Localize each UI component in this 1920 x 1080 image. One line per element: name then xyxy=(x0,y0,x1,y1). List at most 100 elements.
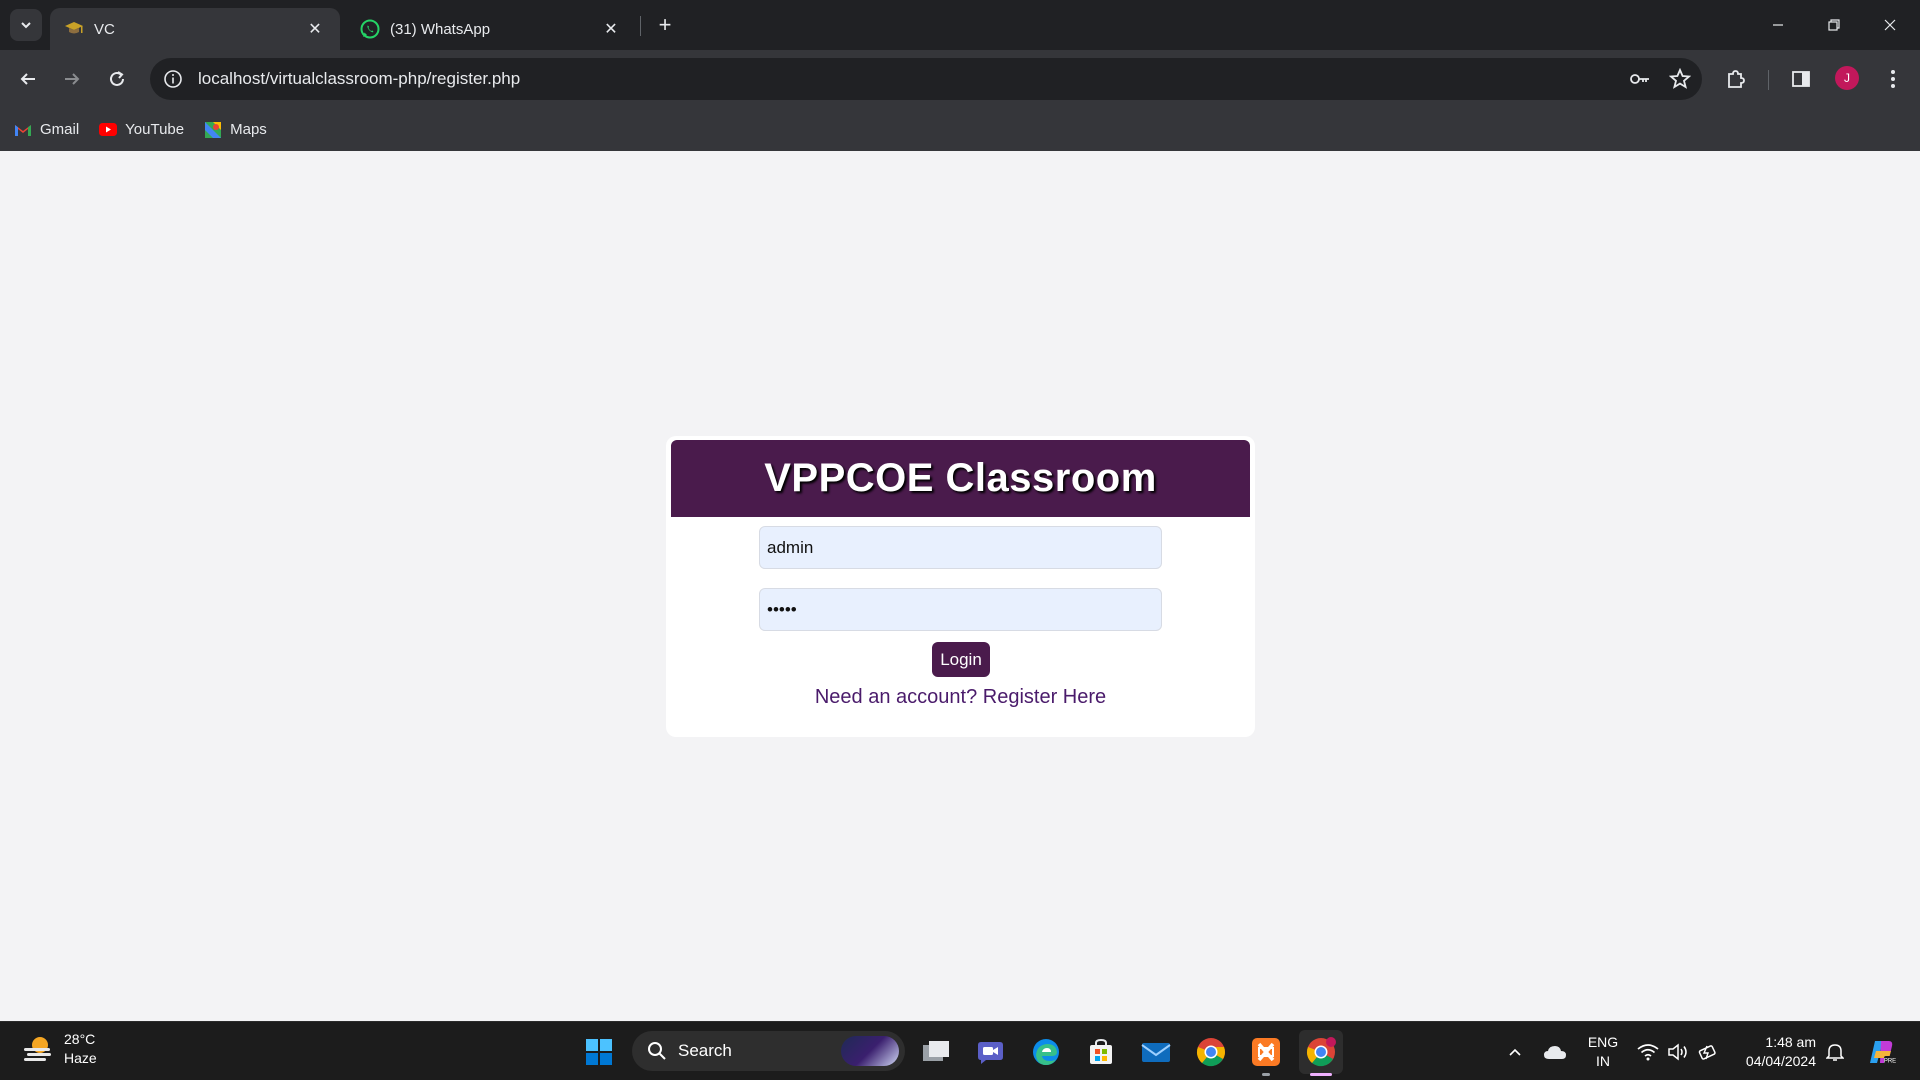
login-button[interactable]: Login xyxy=(932,642,990,677)
taskbar-search[interactable]: Search xyxy=(632,1031,905,1071)
chrome-icon xyxy=(1196,1038,1225,1067)
browser-toolbar: localhost/virtualclassroom-php/register.… xyxy=(0,50,1920,108)
microsoft-store-button[interactable] xyxy=(1079,1030,1123,1074)
system-clock[interactable]: 1:48 am 04/04/2024 xyxy=(1734,1033,1816,1071)
tab-title: VC xyxy=(94,20,115,38)
xampp-icon xyxy=(1252,1038,1280,1066)
bookmark-label: Maps xyxy=(230,121,267,138)
start-button[interactable] xyxy=(577,1030,621,1074)
profile-avatar[interactable]: J xyxy=(1835,66,1859,90)
arrow-right-icon xyxy=(65,73,80,85)
wifi-button[interactable] xyxy=(1634,1030,1662,1074)
username-input[interactable] xyxy=(759,526,1162,569)
bookmark-label: YouTube xyxy=(125,121,185,138)
bookmark-star-icon[interactable] xyxy=(1662,61,1698,97)
youtube-icon xyxy=(99,121,118,139)
page-viewport: VPPCOE Classroom Login Need an account? … xyxy=(0,151,1920,1021)
reload-icon xyxy=(110,71,124,86)
task-view-button[interactable] xyxy=(914,1030,958,1074)
browser-menu-button[interactable] xyxy=(1876,62,1910,96)
clock-date: 04/04/2024 xyxy=(1745,1053,1816,1069)
bookmarks-bar: Gmail YouTube Maps xyxy=(0,108,1920,151)
store-icon xyxy=(1090,1038,1112,1064)
address-bar[interactable]: localhost/virtualclassroom-php/register.… xyxy=(150,58,1702,100)
more-vert-icon xyxy=(1891,70,1895,88)
xampp-button[interactable] xyxy=(1244,1030,1288,1074)
graduation-cap-icon xyxy=(64,19,84,39)
windows-icon xyxy=(586,1039,612,1065)
side-panel-button[interactable] xyxy=(1784,62,1818,96)
new-tab-button[interactable]: + xyxy=(650,10,680,40)
register-link[interactable]: Need an account? Register Here xyxy=(666,686,1255,709)
password-input[interactable] xyxy=(759,588,1162,631)
search-label: Search xyxy=(678,1041,732,1060)
language-code: ENG xyxy=(1587,1034,1619,1050)
restore-button[interactable] xyxy=(1806,0,1862,50)
close-window-button[interactable] xyxy=(1862,0,1918,50)
weather-widget[interactable]: 28°C Haze xyxy=(20,1030,97,1068)
bell-icon xyxy=(1826,1044,1844,1061)
chevron-down-icon xyxy=(21,22,31,29)
page-title: VPPCOE Classroom xyxy=(764,456,1157,500)
wifi-icon xyxy=(1637,1044,1659,1061)
task-view-icon xyxy=(923,1041,949,1061)
notifications-button[interactable] xyxy=(1822,1030,1848,1074)
whatsapp-icon xyxy=(360,19,380,39)
show-hidden-icons-button[interactable] xyxy=(1502,1030,1528,1074)
minimize-button[interactable] xyxy=(1750,0,1806,50)
forward-button[interactable] xyxy=(55,62,89,96)
mail-button[interactable] xyxy=(1134,1030,1178,1074)
reload-button[interactable] xyxy=(100,62,134,96)
cloud-icon xyxy=(1544,1046,1566,1059)
clock-time: 1:48 am xyxy=(1765,1034,1816,1050)
running-indicator xyxy=(1262,1073,1270,1076)
bookmark-maps[interactable]: Maps xyxy=(204,121,267,139)
weather-haze-icon xyxy=(24,1037,51,1061)
search-highlight-art xyxy=(841,1036,899,1066)
chrome-profile-button[interactable] xyxy=(1299,1030,1343,1074)
minimize-icon xyxy=(1773,24,1783,26)
restore-icon xyxy=(1828,19,1840,31)
speaker-icon xyxy=(1668,1043,1687,1061)
video-chat-icon xyxy=(978,1042,1003,1064)
search-icon xyxy=(646,1040,668,1062)
language-indicator[interactable]: ENG IN xyxy=(1585,1033,1621,1071)
edge-icon xyxy=(1033,1039,1059,1065)
url-text: localhost/virtualclassroom-php/register.… xyxy=(198,69,521,88)
login-card: VPPCOE Classroom Login Need an account? … xyxy=(666,436,1255,737)
bookmark-label: Gmail xyxy=(40,121,80,138)
chrome-button[interactable] xyxy=(1189,1030,1233,1074)
taskbar: 28°C Haze Search ENG IN 1:48 am 04/04/20… xyxy=(0,1021,1920,1080)
battery-button[interactable] xyxy=(1694,1030,1722,1074)
weather-temperature: 28°C xyxy=(64,1031,96,1047)
volume-button[interactable] xyxy=(1664,1030,1692,1074)
tab-vc[interactable]: VC ✕ xyxy=(50,8,340,50)
tab-title: (31) WhatsApp xyxy=(390,20,491,38)
mail-icon xyxy=(1141,1043,1171,1062)
gmail-icon xyxy=(14,121,32,139)
onedrive-button[interactable] xyxy=(1540,1030,1570,1074)
chrome-icon xyxy=(1306,1037,1336,1067)
bookmark-youtube[interactable]: YouTube xyxy=(99,121,184,139)
close-icon[interactable]: ✕ xyxy=(600,18,622,40)
battery-charging-icon xyxy=(1698,1045,1716,1060)
copilot-icon: PRE xyxy=(1870,1041,1896,1065)
region-code: IN xyxy=(1596,1053,1610,1069)
weather-description: Haze xyxy=(64,1050,97,1066)
tab-whatsapp[interactable]: (31) WhatsApp ✕ xyxy=(346,8,636,50)
copilot-button[interactable]: PRE xyxy=(1864,1030,1900,1074)
teams-meet-button[interactable] xyxy=(969,1030,1013,1074)
site-info-icon[interactable] xyxy=(162,68,184,90)
key-icon[interactable] xyxy=(1622,61,1658,97)
login-card-header: VPPCOE Classroom xyxy=(671,440,1250,517)
puzzle-icon xyxy=(1728,70,1745,88)
edge-button[interactable] xyxy=(1024,1030,1068,1074)
back-button[interactable] xyxy=(11,62,45,96)
extensions-button[interactable] xyxy=(1719,62,1753,96)
bookmark-gmail[interactable]: Gmail xyxy=(14,121,79,139)
svg-text:PRE: PRE xyxy=(1884,1059,1896,1065)
close-icon[interactable]: ✕ xyxy=(304,18,326,40)
tab-search-button[interactable] xyxy=(10,9,42,41)
maps-icon xyxy=(204,121,222,139)
close-icon xyxy=(1884,19,1896,31)
